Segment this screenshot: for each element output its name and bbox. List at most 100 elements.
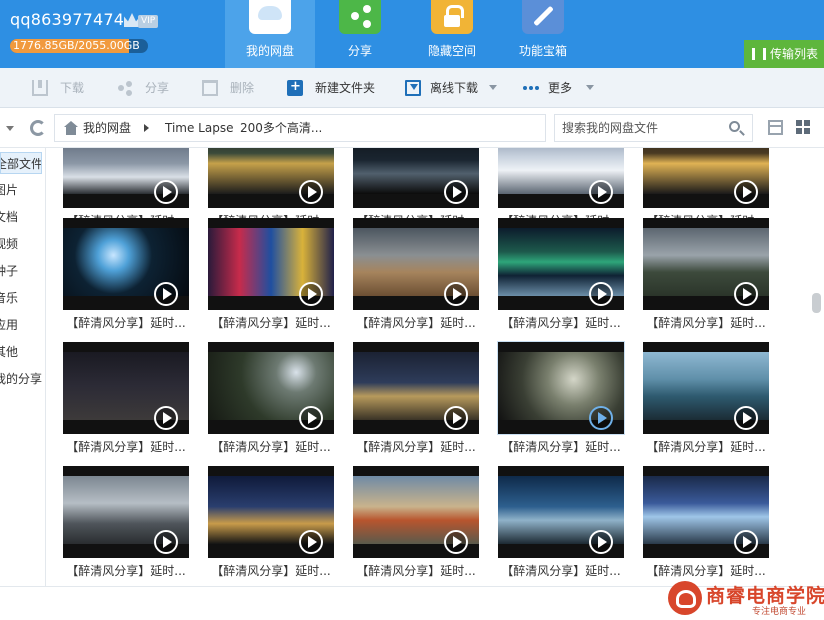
download-button[interactable]: 下载 [32,68,92,108]
play-icon[interactable] [444,530,468,554]
file-name[interactable]: 【醉清风分享】延时... [63,314,189,332]
video-thumbnail[interactable] [643,218,769,310]
sidebar-item-images[interactable]: 图片 [0,179,42,201]
tab-hidden-space[interactable]: 隐藏空间 [407,0,497,68]
video-thumbnail[interactable] [353,148,479,208]
sidebar-item-music[interactable]: 音乐 [0,287,42,309]
play-icon[interactable] [589,406,613,430]
file-name[interactable]: 【醉清风分享】延时... [498,438,624,456]
file-name[interactable]: 【醉清风分享】延时... [63,562,189,580]
sidebar-item-videos[interactable]: 视频 [0,233,42,255]
sidebar-item-apps[interactable]: 应用 [0,314,42,336]
play-icon[interactable] [299,406,323,430]
file-name[interactable]: 【醉清风分享】延时... [643,562,769,580]
home-icon[interactable] [64,121,78,135]
video-file-card[interactable]: 【醉清风分享】延时... [63,218,189,334]
sidebar-item-torrents[interactable]: 种子 [0,260,42,282]
video-thumbnail[interactable] [497,341,625,435]
play-icon[interactable] [589,180,613,204]
file-name[interactable]: 【醉清风分享】延时... [643,438,769,456]
scroll-thumb[interactable] [812,293,821,313]
breadcrumb-item[interactable]: 200多个高清... [240,115,322,141]
search-icon[interactable] [729,121,740,132]
play-icon[interactable] [734,530,758,554]
video-file-card[interactable]: 【醉清风分享】延时... [63,342,189,458]
file-name[interactable]: 【醉清风分享】延时... [63,438,189,456]
file-name[interactable]: 【醉清风分享】延时... [208,314,334,332]
delete-button[interactable]: 删除 [202,68,262,108]
video-file-card[interactable]: 【醉清风分享】延时... [643,342,769,458]
video-thumbnail[interactable] [63,218,189,310]
sidebar-item-all-files[interactable]: 全部文件 [0,152,42,174]
video-thumbnail[interactable] [208,466,334,558]
video-thumbnail[interactable] [353,218,479,310]
video-file-card[interactable]: 【醉清风分享】延时... [63,466,189,582]
sidebar-item-other[interactable]: 其他 [0,341,42,363]
tab-share[interactable]: 分享 [315,0,405,68]
play-icon[interactable] [734,282,758,306]
video-thumbnail[interactable] [498,466,624,558]
sidebar-item-documents[interactable]: 文档 [0,206,42,228]
file-name[interactable]: 【醉清风分享】延时... [498,314,624,332]
file-name[interactable]: 【醉清风分享】延时... [353,438,479,456]
sidebar-item-my-shares[interactable]: 我的分享 [0,368,42,390]
video-thumbnail[interactable] [498,218,624,310]
video-file-card[interactable]: 【醉清风分享】延时... [498,466,624,582]
list-view-icon[interactable] [768,120,783,135]
share-button[interactable]: 分享 [117,68,177,108]
vertical-scrollbar[interactable] [809,148,824,586]
grid-view-icon[interactable] [796,120,811,135]
play-icon[interactable] [734,180,758,204]
refresh-icon[interactable] [30,120,46,136]
play-icon[interactable] [589,530,613,554]
video-thumbnail[interactable] [208,342,334,434]
video-thumbnail[interactable] [353,466,479,558]
offline-download-button[interactable]: 离线下载 [405,68,500,108]
play-icon[interactable] [444,406,468,430]
more-button[interactable]: 更多 [523,68,598,108]
play-icon[interactable] [154,406,178,430]
play-icon[interactable] [154,530,178,554]
video-file-card[interactable]: 【醉清风分享】延时... [208,218,334,334]
video-file-card[interactable]: 【醉清风分享】延时... [643,218,769,334]
video-file-card[interactable]: 【醉清风分享】延时... [497,341,625,458]
play-icon[interactable] [444,282,468,306]
file-name[interactable]: 【醉清风分享】延时... [208,562,334,580]
video-file-card[interactable]: 【醉清风分享】延时... [208,342,334,458]
video-thumbnail[interactable] [498,148,624,208]
video-thumbnail[interactable] [63,148,189,208]
tab-toolbox[interactable]: 功能宝箱 [498,0,588,68]
file-name[interactable]: 【醉清风分享】延时... [643,314,769,332]
video-file-card[interactable]: 【醉清风分享】延时... [498,218,624,334]
video-thumbnail[interactable] [63,466,189,558]
username[interactable]: qq863977474 [10,10,124,29]
tab-my-drive[interactable]: 我的网盘 [225,0,315,68]
play-icon[interactable] [154,282,178,306]
play-icon[interactable] [589,282,613,306]
video-thumbnail[interactable] [643,342,769,434]
video-thumbnail[interactable] [643,148,769,208]
transfer-list-button[interactable]: 传输列表 [744,40,824,68]
video-file-card[interactable]: 【醉清风分享】延时... [353,218,479,334]
vip-badge[interactable]: VIP [122,11,162,31]
play-icon[interactable] [444,180,468,204]
play-icon[interactable] [299,530,323,554]
video-thumbnail[interactable] [643,466,769,558]
video-thumbnail[interactable] [63,342,189,434]
breadcrumb-item[interactable]: 我的网盘 [83,115,131,141]
video-file-card[interactable]: 【醉清风分享】延时... [643,466,769,582]
video-thumbnail[interactable] [208,148,334,208]
file-name[interactable]: 【醉清风分享】延时... [353,314,479,332]
search-input[interactable] [555,115,723,141]
video-file-card[interactable]: 【醉清风分享】延时... [208,466,334,582]
video-file-card[interactable]: 【醉清风分享】延时... [353,342,479,458]
play-icon[interactable] [299,180,323,204]
video-thumbnail[interactable] [353,342,479,434]
video-thumbnail[interactable] [208,218,334,310]
play-icon[interactable] [154,180,178,204]
file-name[interactable]: 【醉清风分享】延时... [498,562,624,580]
play-icon[interactable] [299,282,323,306]
video-file-card[interactable]: 【醉清风分享】延时... [353,466,479,582]
history-dropdown-icon[interactable] [6,126,14,131]
file-name[interactable]: 【醉清风分享】延时... [353,562,479,580]
